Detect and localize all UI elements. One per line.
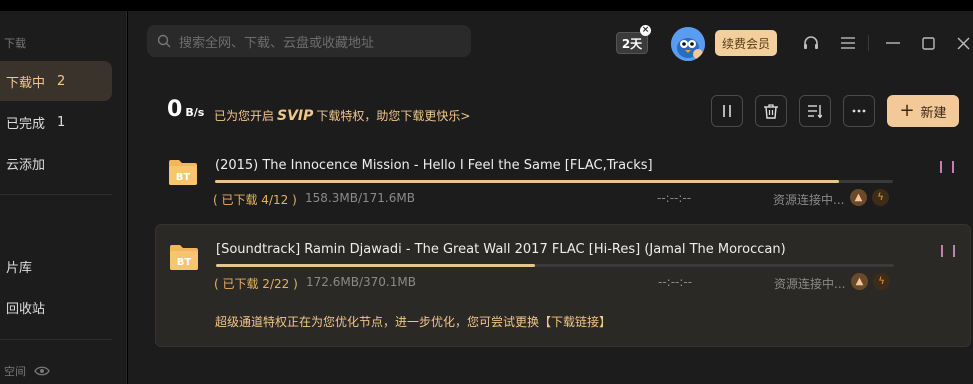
- progress-bar: [215, 180, 893, 183]
- search-icon: [157, 34, 171, 48]
- task-name: [Soundtrack] Ramin Djawadi - The Great W…: [216, 242, 786, 257]
- sidebar-item-label: 回收站: [6, 301, 46, 317]
- sidebar-item-count: 1: [57, 114, 66, 130]
- main-panel: 搜索全网、下载、云盘或收藏地址 2天 × 续费会员 0 B/s 已为您开启 SV…: [128, 11, 973, 384]
- sidebar-item-library[interactable]: 片库: [0, 246, 112, 286]
- task-eta: --:--:--: [658, 275, 693, 289]
- progress-fill: [216, 264, 535, 267]
- task-status: ( 已下载 2/22 ): [214, 277, 298, 291]
- task-resource-status: 资源连接中...: [774, 277, 846, 291]
- task-row[interactable]: BT (2015) The Innocence Mission - Hello …: [155, 146, 971, 216]
- close-window-icon[interactable]: [953, 33, 973, 53]
- header-divider: [868, 35, 869, 51]
- sidebar-item-label: 已完成: [6, 116, 46, 132]
- sidebar-section-download: 下载: [4, 37, 26, 50]
- sidebar-item-cloud-add[interactable]: 云添加: [0, 143, 112, 183]
- minimize-icon[interactable]: [883, 33, 903, 53]
- file-badge-text: BT: [177, 257, 192, 268]
- new-task-button[interactable]: + 新建: [887, 95, 959, 127]
- svip-message[interactable]: 已为您开启 SVIP 下载特权，助您下载更快乐>: [214, 107, 470, 124]
- lightning-icon[interactable]: ϟ: [872, 189, 889, 206]
- rocket-icon[interactable]: ▲: [850, 189, 867, 206]
- new-task-label: 新建: [920, 105, 947, 121]
- task-pause-icon[interactable]: [941, 245, 955, 259]
- more-icon: [852, 109, 866, 113]
- search-placeholder: 搜索全网、下载、云盘或收藏地址: [179, 35, 375, 51]
- sidebar-divider: [0, 194, 112, 195]
- folder-bt-icon: BT: [169, 160, 197, 185]
- more-button[interactable]: [843, 95, 875, 127]
- plus-icon: +: [899, 100, 915, 121]
- sort-button[interactable]: [799, 95, 831, 127]
- avatar-image: [671, 27, 705, 61]
- task-status: ( 已下载 4/12 ): [213, 193, 297, 207]
- lightning-icon[interactable]: ϟ: [873, 273, 890, 290]
- svip-message-suffix: 下载特权，助您下载更快乐>: [316, 109, 471, 123]
- rocket-icon[interactable]: ▲: [851, 273, 868, 290]
- svip-brand: SVIP: [277, 108, 314, 124]
- close-icon[interactable]: ×: [640, 25, 651, 36]
- sidebar-item-downloading[interactable]: 下载中 2: [0, 61, 112, 101]
- folder-bt-icon: BT: [170, 245, 198, 270]
- task-size: 158.3MB/171.6MB: [305, 191, 415, 205]
- sidebar-section-space: 空间: [4, 363, 50, 379]
- sidebar-item-label: 下载中: [6, 75, 46, 91]
- renew-membership-button[interactable]: 续费会员: [715, 30, 777, 56]
- sort-icon: [808, 104, 822, 118]
- sidebar-item-label: 片库: [6, 260, 33, 276]
- delete-button[interactable]: [755, 95, 787, 127]
- sidebar-divider: [0, 339, 112, 340]
- task-resource-status: 资源连接中...: [773, 193, 845, 207]
- task-size: 172.6MB/370.1MB: [306, 275, 416, 289]
- progress-bar: [216, 264, 894, 267]
- search-input[interactable]: 搜索全网、下载、云盘或收藏地址: [147, 25, 471, 57]
- maximize-icon[interactable]: [918, 33, 938, 53]
- task-eta: --:--:--: [657, 191, 692, 205]
- sidebar-item-count: 2: [57, 73, 66, 89]
- sidebar-item-label: 云添加: [6, 157, 46, 173]
- pause-icon: [723, 105, 731, 117]
- progress-fill: [215, 180, 839, 183]
- trash-icon: [764, 103, 778, 119]
- pause-all-button[interactable]: [711, 95, 743, 127]
- speed-value: 0: [167, 97, 183, 122]
- menu-icon[interactable]: [838, 33, 858, 53]
- sidebar: 下载 下载中 2 已完成 1 云添加 片库 回收站 空间: [0, 11, 127, 384]
- eye-icon[interactable]: [34, 365, 50, 377]
- file-badge-text: BT: [176, 172, 191, 183]
- avatar[interactable]: [671, 27, 705, 61]
- channel-hint[interactable]: 超级通道特权正在为您优化节点，进一步优化，您可尝试更换【下载链接】: [215, 313, 611, 330]
- task-row[interactable]: BT [Soundtrack] Ramin Djawadi - The Grea…: [155, 224, 971, 347]
- download-speed: 0 B/s: [167, 97, 204, 122]
- svip-message-prefix: 已为您开启: [214, 109, 275, 123]
- headset-icon[interactable]: [801, 33, 821, 53]
- task-pause-icon[interactable]: [940, 161, 954, 175]
- title-bar-strip: [0, 0, 973, 11]
- sidebar-space-label: 空间: [4, 365, 26, 378]
- sidebar-item-recycle-bin[interactable]: 回收站: [0, 287, 112, 327]
- sidebar-item-completed[interactable]: 已完成 1: [0, 102, 112, 142]
- speed-unit: B/s: [185, 106, 205, 119]
- task-name: (2015) The Innocence Mission - Hello I F…: [215, 158, 653, 173]
